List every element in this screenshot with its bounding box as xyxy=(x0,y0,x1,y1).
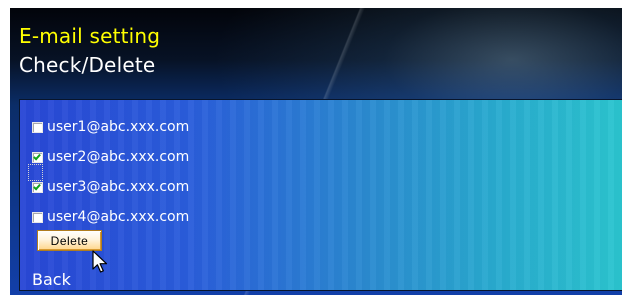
email-checkbox-user4[interactable] xyxy=(32,211,43,223)
page-subtitle: Check/Delete xyxy=(19,53,156,77)
email-list-item-user3[interactable]: user3@abc.xxx.com xyxy=(32,177,189,197)
email-list-panel: user1@abc.xxx.com user2@abc.xxx.com user… xyxy=(19,99,622,291)
page-title: E-mail setting xyxy=(19,24,161,48)
email-list-item-user2[interactable]: user2@abc.xxx.com xyxy=(32,147,189,167)
email-list-item-user1[interactable]: user1@abc.xxx.com xyxy=(32,117,189,137)
email-checkbox-user3[interactable] xyxy=(32,181,43,193)
email-list-item-user4[interactable]: user4@abc.xxx.com xyxy=(32,207,189,227)
email-address-user1: user1@abc.xxx.com xyxy=(47,119,190,135)
mouse-pointer-icon xyxy=(92,250,108,273)
back-link[interactable]: Back xyxy=(32,271,71,289)
email-address-user3: user3@abc.xxx.com xyxy=(47,179,190,195)
email-address-user2: user2@abc.xxx.com xyxy=(47,149,190,165)
delete-button[interactable]: Delete xyxy=(37,230,102,251)
email-address-user4: user4@abc.xxx.com xyxy=(47,209,190,225)
email-checkbox-user1[interactable] xyxy=(32,121,43,133)
email-checkbox-user2[interactable] xyxy=(32,151,43,163)
email-settings-screen: E-mail setting Check/Delete user1@abc.xx… xyxy=(10,8,622,295)
